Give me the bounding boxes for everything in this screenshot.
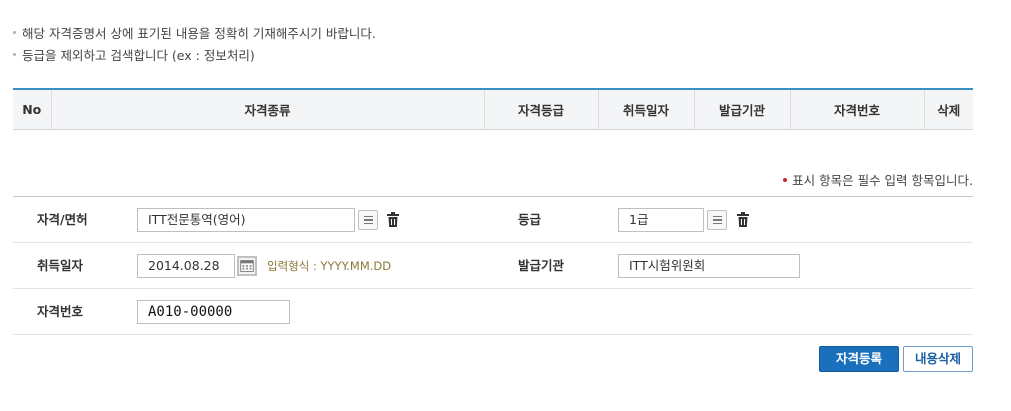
clear-button[interactable]: 내용삭제 [903,346,973,372]
column-header-number: 자격번호 [789,88,924,130]
license-table: No 자격종류 자격등급 취득일자 발급기관 자격번호 삭제 [13,88,973,130]
notice-list: 해당 자격증명서 상에 표기된 내용을 정확히 기재해주시기 바랍니다. 등급을… [13,21,376,65]
column-header-date: 취득일자 [597,88,694,130]
notice-text: 해당 자격증명서 상에 표기된 내용을 정확히 기재해주시기 바랍니다. [22,25,376,41]
issuer-input[interactable]: ITT시험위원회 [618,254,800,278]
calendar-icon[interactable] [237,256,257,276]
table-header-row: No 자격종류 자격등급 취득일자 발급기관 자격번호 삭제 [13,88,973,130]
column-header-type: 자격종류 [50,88,484,130]
grade-input[interactable]: 1급 [618,208,704,232]
notice-item: 해당 자격증명서 상에 표기된 내용을 정확히 기재해주시기 바랍니다. [13,21,376,43]
trash-icon[interactable] [386,212,400,228]
number-label: 자격번호 [37,304,84,319]
register-button[interactable]: 자격등록 [819,346,899,372]
column-header-issuer: 발급기관 [693,88,790,130]
license-label: 자격/면허 [37,212,88,227]
form-row-number: 자격번호 A010-00000 [13,289,973,335]
list-search-icon[interactable] [707,210,727,230]
form-row-license: 자격/면허 ITT전문통역(영어) 등급 1급 [13,197,973,243]
form-row-date: 취득일자 2014.08.28 입력형식 : YYYY.MM.DD 발급기관 I… [13,243,973,289]
date-label: 취득일자 [37,258,84,273]
list-search-icon[interactable] [358,210,378,230]
column-header-grade: 자격등급 [483,88,598,130]
date-input[interactable]: 2014.08.28 [137,254,235,278]
issuer-label: 발급기관 [518,258,565,273]
bullet-icon [13,30,16,34]
required-note-text: 표시 항목은 필수 입력 항목입니다. [792,173,973,188]
license-input[interactable]: ITT전문통역(영어) [137,208,355,232]
notice-text: 등급을 제외하고 검색합니다 (ex : 정보처리) [22,47,255,63]
column-header-delete: 삭제 [923,88,973,130]
grade-label: 등급 [518,212,542,227]
required-note: 표시 항목은 필수 입력 항목입니다. [783,170,973,189]
bullet-icon [13,52,16,56]
column-header-no: No [13,88,51,130]
date-format-hint: 입력형식 : YYYY.MM.DD [267,259,392,273]
notice-item: 등급을 제외하고 검색합니다 (ex : 정보처리) [13,43,376,65]
license-form: 자격/면허 ITT전문통역(영어) 등급 1급 취득일자 2014.08.28 [13,196,973,335]
trash-icon[interactable] [736,212,750,228]
required-dot-icon [783,177,788,182]
number-input[interactable]: A010-00000 [137,300,290,324]
